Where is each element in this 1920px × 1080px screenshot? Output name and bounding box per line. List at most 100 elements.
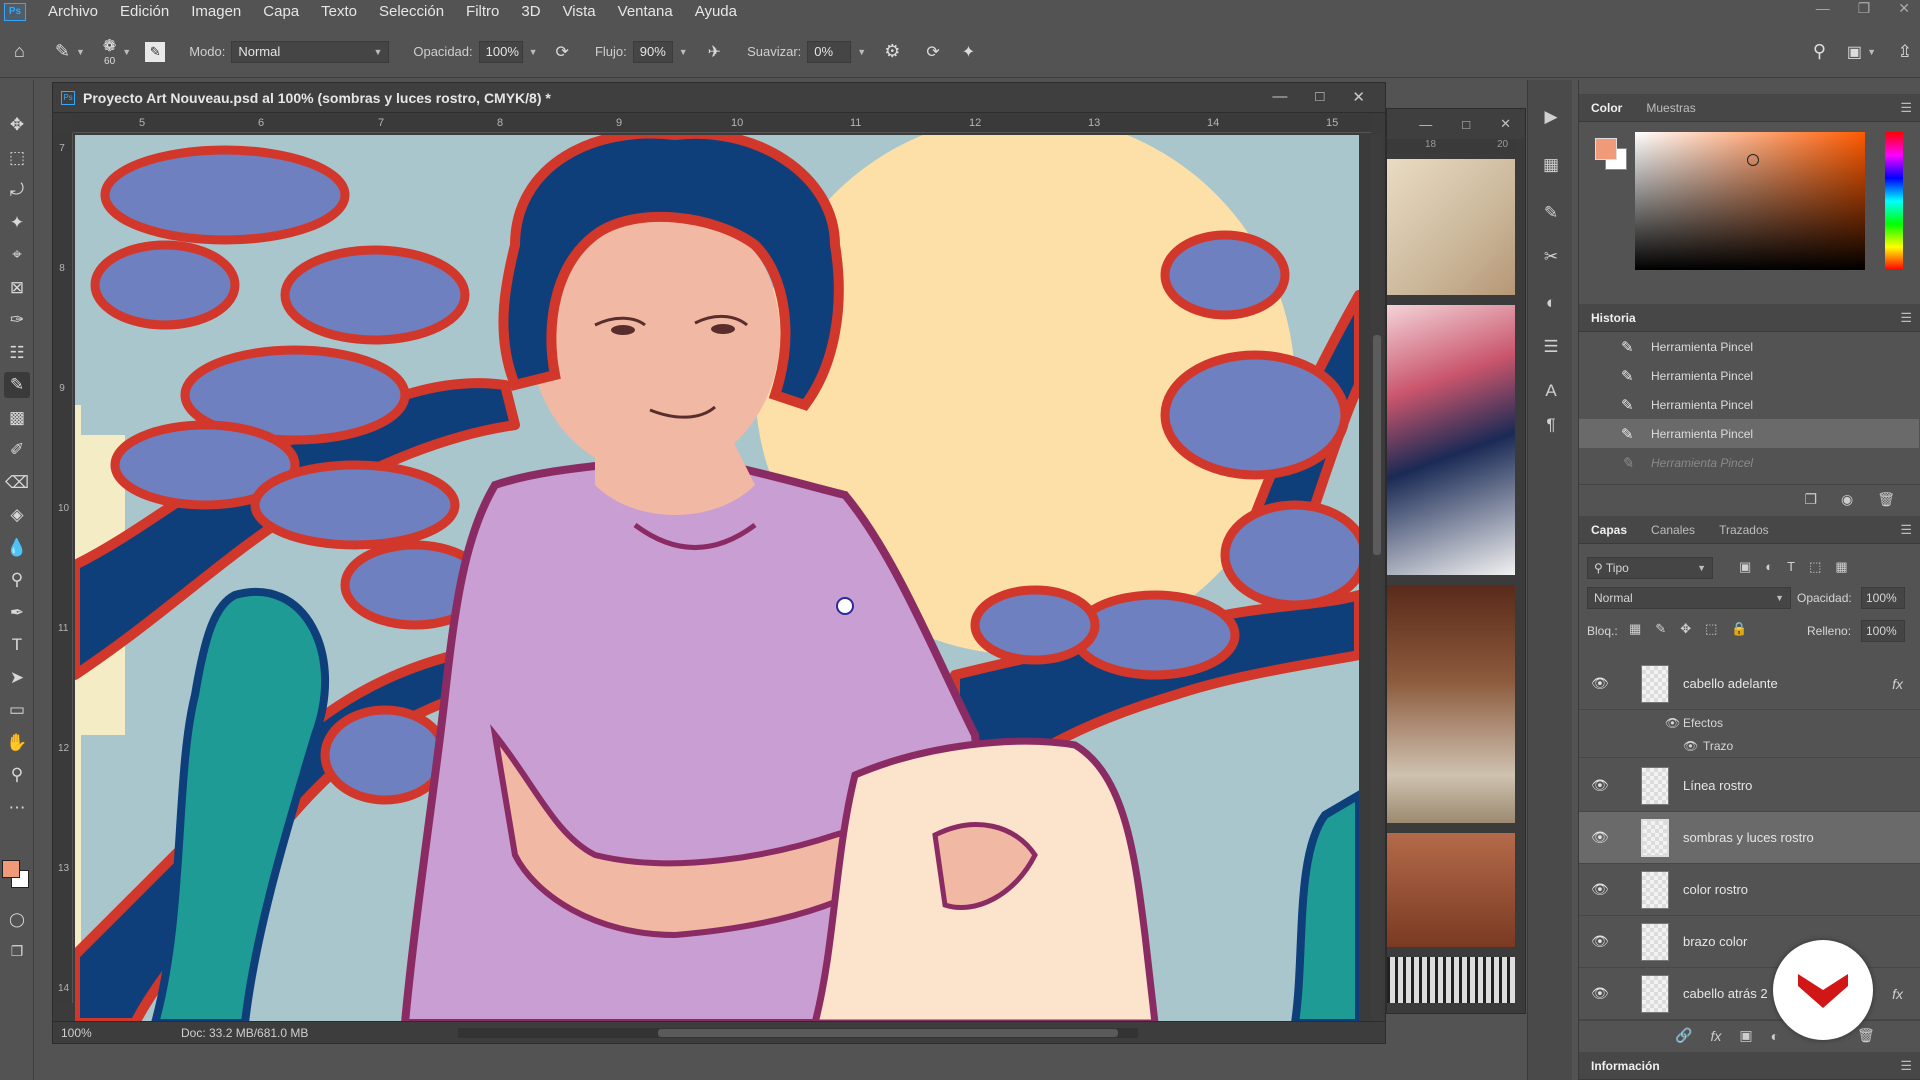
tab-paths[interactable]: Trazados <box>1707 523 1781 537</box>
layer-filter-select[interactable]: ⚲ Tipo ▼ <box>1587 557 1713 579</box>
blend-mode-select[interactable]: Normal ▼ <box>1587 587 1791 609</box>
chevron-down-icon[interactable]: ▼ <box>122 47 131 57</box>
more-tools-icon[interactable]: ⋯ <box>4 795 30 821</box>
minimize-icon[interactable]: — <box>1419 117 1432 132</box>
minimize-icon[interactable]: — <box>1272 88 1287 106</box>
adjustment-filter-icon[interactable]: ◐ <box>1765 559 1773 575</box>
eye-icon[interactable]: 👁 <box>1683 739 1698 753</box>
workspace-icon[interactable]: ▣ <box>1847 42 1862 62</box>
eye-icon[interactable]: 👁 <box>1591 675 1609 692</box>
chevron-down-icon[interactable]: ▼ <box>857 47 866 57</box>
layer-comps-icon[interactable]: ☰ <box>1540 336 1562 358</box>
crop-tool-icon[interactable]: ⌖ <box>4 242 30 268</box>
menu-capa[interactable]: Capa <box>263 3 299 20</box>
chevron-down-icon[interactable]: ▼ <box>1867 47 1876 57</box>
horizontal-scrollbar[interactable] <box>458 1028 1138 1038</box>
trash-icon[interactable]: 🗑 <box>1877 491 1895 508</box>
scrollbar-thumb[interactable] <box>658 1029 1118 1037</box>
eye-icon[interactable]: 👁 <box>1591 777 1609 794</box>
clone-stamp-tool-icon[interactable]: ▩ <box>4 405 30 431</box>
play-action-icon[interactable]: ▶ <box>1540 106 1562 128</box>
maximize-icon[interactable]: □ <box>1462 117 1470 132</box>
character-icon[interactable]: A <box>1540 380 1562 402</box>
mode-select[interactable]: Normal ▼ <box>231 40 390 63</box>
close-icon[interactable]: ✕ <box>1500 116 1511 132</box>
brush-settings-icon[interactable]: ✎ <box>1540 202 1562 224</box>
panel-menu-icon[interactable]: ☰ <box>1900 310 1912 326</box>
zoom-level[interactable]: 100% <box>61 1026 141 1040</box>
menu-imagen[interactable]: Imagen <box>191 3 241 20</box>
frame-tool-icon[interactable]: ⊠ <box>4 275 30 301</box>
dodge-tool-icon[interactable]: ⚲ <box>4 567 30 593</box>
foreground-color-swatch[interactable] <box>2 860 20 878</box>
maximize-icon[interactable]: □ <box>1315 88 1324 106</box>
layer-row[interactable]: 👁 cabello adelante fx <box>1579 658 1920 710</box>
lock-paint-icon[interactable]: ✎ <box>1655 621 1666 637</box>
scrollbar-thumb[interactable] <box>1373 335 1381 555</box>
healing-brush-tool-icon[interactable]: ☷ <box>4 340 30 366</box>
smoothing-input[interactable]: 0% <box>807 40 852 63</box>
document-title-bar[interactable]: Ps Proyecto Art Nouveau.psd al 100% (som… <box>53 83 1385 113</box>
layer-row[interactable]: 👁 brazo color <box>1579 916 1920 968</box>
eye-icon[interactable]: 👁 <box>1591 881 1609 898</box>
magic-wand-tool-icon[interactable]: ✦ <box>4 210 30 236</box>
menu-edicion[interactable]: Edición <box>120 3 169 20</box>
minimize-icon[interactable]: — <box>1816 0 1830 17</box>
airbrush-icon[interactable]: ✈ <box>708 42 721 62</box>
add-mask-icon[interactable]: ▣ <box>1739 1027 1752 1044</box>
home-icon[interactable]: ⌂ <box>14 41 25 62</box>
link-layers-icon[interactable]: 🔗 <box>1675 1027 1692 1044</box>
smart-object-filter-icon[interactable]: ▦ <box>1835 559 1847 575</box>
move-tool-icon[interactable]: ✥ <box>4 112 30 138</box>
pen-tool-icon[interactable]: ✒ <box>4 600 30 626</box>
tab-channels[interactable]: Canales <box>1639 523 1707 537</box>
hand-tool-icon[interactable]: ✋ <box>4 730 30 756</box>
blur-tool-icon[interactable]: 💧 <box>4 535 30 561</box>
menu-seleccion[interactable]: Selección <box>379 3 444 20</box>
menu-vista[interactable]: Vista <box>563 3 596 20</box>
layer-fx-badge[interactable]: fx <box>1892 676 1903 692</box>
new-document-from-state-icon[interactable]: ❐ <box>1804 491 1817 508</box>
lock-all-icon[interactable]: 🔒 <box>1731 621 1747 637</box>
flow-input[interactable]: 90% <box>632 40 673 63</box>
brush-preset-picker[interactable]: ❁ 60 <box>103 36 116 67</box>
layer-stroke-effect-row[interactable]: 👁 Trazo <box>1579 734 1920 758</box>
eye-icon[interactable]: 👁 <box>1665 716 1680 730</box>
eraser-tool-icon[interactable]: ⌫ <box>4 470 30 496</box>
type-filter-icon[interactable]: T <box>1787 559 1795 575</box>
pressure-opacity-icon[interactable]: ⟳ <box>556 42 569 62</box>
camera-icon[interactable]: ◉ <box>1841 491 1853 508</box>
layer-row-selected[interactable]: 👁 sombras y luces rostro <box>1579 812 1920 864</box>
opacity-input[interactable]: 100% <box>478 40 523 63</box>
clone-source-icon[interactable]: ✂ <box>1540 246 1562 268</box>
fx-icon[interactable]: fx <box>1710 1028 1721 1044</box>
panel-menu-icon[interactable]: ☰ <box>1900 1058 1912 1074</box>
tab-layers[interactable]: Capas <box>1579 523 1639 537</box>
eyedropper-tool-icon[interactable]: ✑ <box>4 307 30 333</box>
shape-filter-icon[interactable]: ⬚ <box>1809 559 1821 575</box>
screen-mode-icon[interactable]: ❐ <box>4 938 30 964</box>
pressure-size-icon[interactable]: ⟳ <box>926 42 939 62</box>
search-icon[interactable]: ⚲ <box>1813 41 1826 62</box>
share-icon[interactable]: ⇫ <box>1898 42 1912 62</box>
layer-fx-badge[interactable]: fx <box>1892 986 1903 1002</box>
layer-row[interactable]: 👁 color rostro <box>1579 864 1920 916</box>
tab-info[interactable]: Información <box>1579 1059 1672 1073</box>
panel-menu-icon[interactable]: ☰ <box>1900 522 1912 538</box>
marquee-tool-icon[interactable]: ⬚ <box>4 145 30 171</box>
rectangle-tool-icon[interactable]: ▭ <box>4 697 30 723</box>
lock-artboard-icon[interactable]: ⬚ <box>1705 621 1717 637</box>
lasso-tool-icon[interactable]: ⤾ <box>4 177 30 203</box>
brush-tool-icon[interactable]: ✎ <box>55 41 70 62</box>
menu-ayuda[interactable]: Ayuda <box>695 3 737 20</box>
color-picker-handle[interactable] <box>1747 154 1759 166</box>
document-size-info[interactable]: Doc: 33.2 MB/681.0 MB <box>181 1026 308 1040</box>
adjustment-layer-icon[interactable]: ◐ <box>1771 1028 1779 1044</box>
lock-transparent-icon[interactable]: ▦ <box>1629 621 1641 637</box>
history-item[interactable]: ✎ Herramienta Pincel <box>1579 332 1919 361</box>
chevron-down-icon[interactable]: ▼ <box>529 47 538 57</box>
history-item-selected[interactable]: ✎ Herramienta Pincel <box>1579 419 1919 448</box>
properties-icon[interactable]: ▦ <box>1540 154 1562 176</box>
tab-color[interactable]: Color <box>1579 101 1634 115</box>
trash-icon[interactable]: 🗑 <box>1857 1027 1875 1044</box>
